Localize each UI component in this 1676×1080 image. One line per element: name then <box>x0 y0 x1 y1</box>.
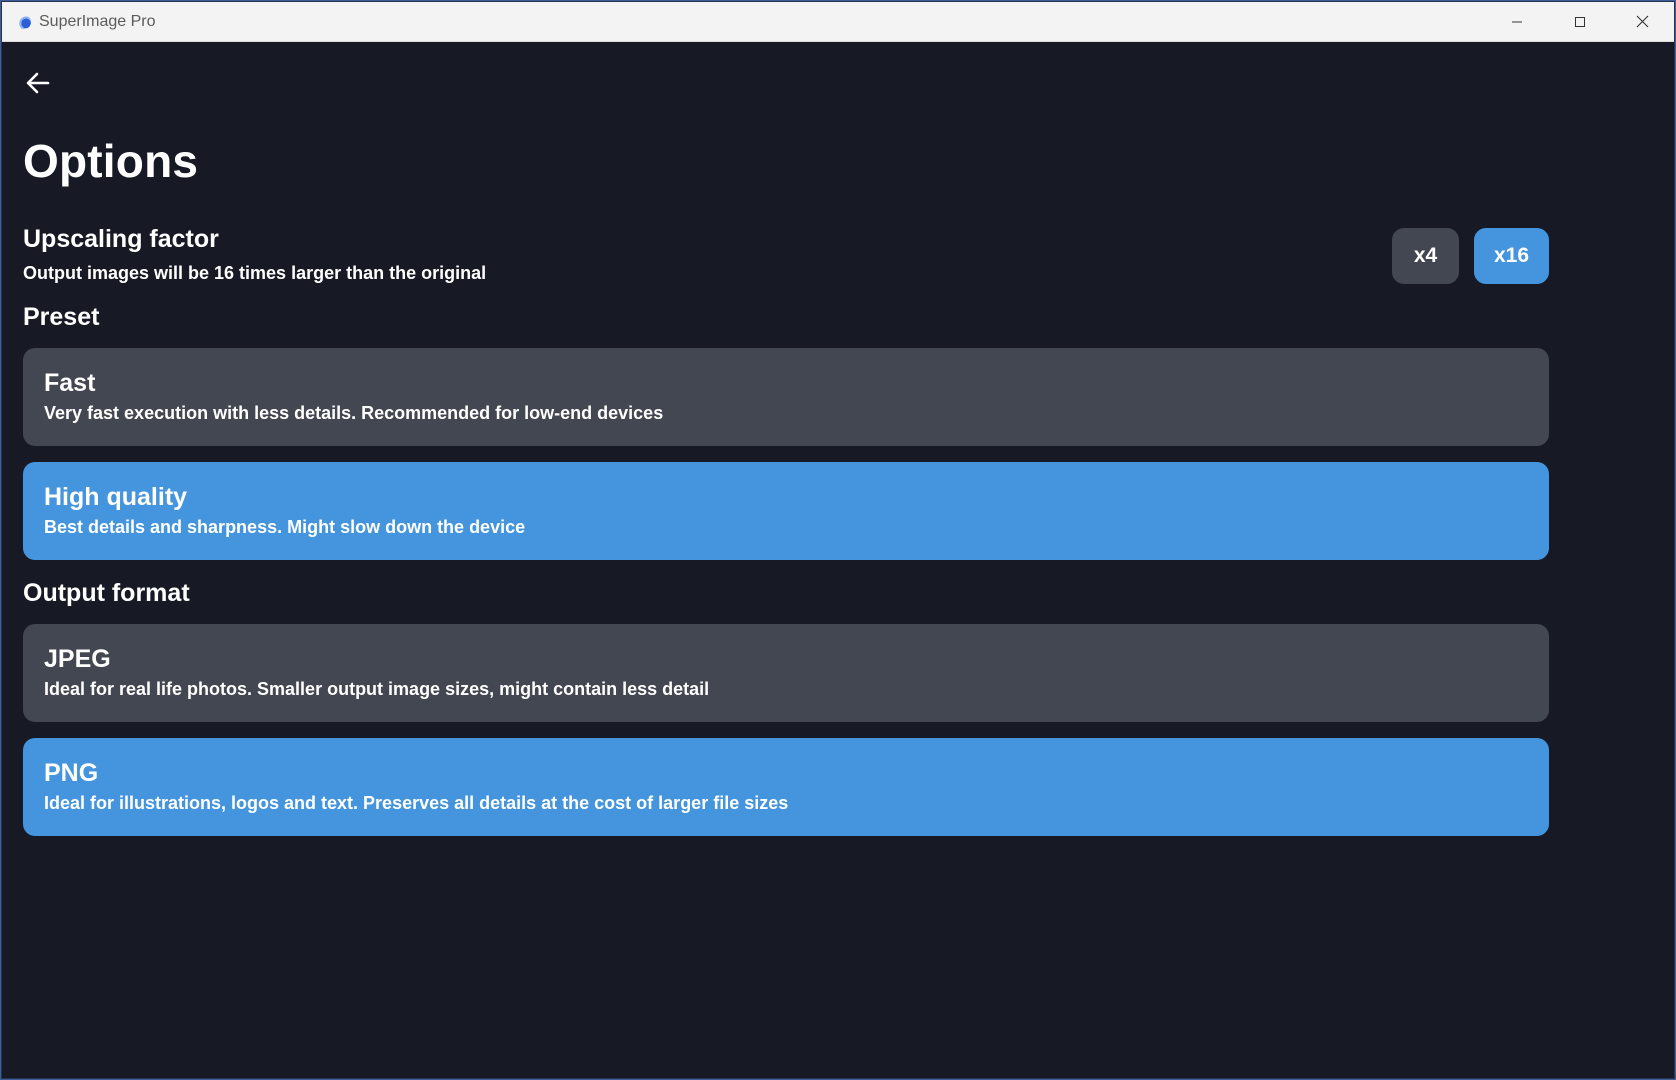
format-png-description: Ideal for illustrations, logos and text.… <box>44 793 789 813</box>
format-png-card[interactable]: PNG Ideal for illustrations, logos and t… <box>23 738 1549 836</box>
minimize-icon <box>1511 21 1522 22</box>
close-icon <box>1636 15 1649 28</box>
maximize-button[interactable] <box>1548 2 1611 41</box>
factor-x4-button[interactable]: x4 <box>1392 228 1459 284</box>
output-format-heading: Output format <box>23 579 190 607</box>
preset-fast-card[interactable]: Fast Very fast execution with less detai… <box>23 348 1549 446</box>
format-jpeg-title: JPEG <box>44 645 111 673</box>
arrow-left-icon <box>26 72 50 94</box>
preset-high-quality-description: Best details and sharpness. Might slow d… <box>44 517 526 537</box>
factor-x16-button[interactable]: x16 <box>1474 228 1549 284</box>
page-title: Options <box>23 135 199 187</box>
window-controls <box>1485 2 1674 41</box>
upscaling-factor-description: Output images will be 16 times larger th… <box>23 263 487 283</box>
format-png-title: PNG <box>44 759 99 787</box>
preset-fast-description: Very fast execution with less details. R… <box>44 403 664 423</box>
app-logo-icon <box>17 14 31 29</box>
minimize-button[interactable] <box>1485 2 1548 41</box>
window-title: SuperImage Pro <box>39 12 156 30</box>
preset-fast-title: Fast <box>44 369 96 397</box>
preset-high-quality-card[interactable]: High quality Best details and sharpness.… <box>23 462 1549 560</box>
preset-heading: Preset <box>23 303 100 331</box>
preset-high-quality-title: High quality <box>44 483 188 511</box>
upscaling-factor-heading: Upscaling factor <box>23 225 219 253</box>
back-button[interactable] <box>22 67 54 99</box>
format-jpeg-description: Ideal for real life photos. Smaller outp… <box>44 679 710 699</box>
close-button[interactable] <box>1611 2 1674 41</box>
factor-x4-label: x4 <box>1413 244 1438 267</box>
format-jpeg-card[interactable]: JPEG Ideal for real life photos. Smaller… <box>23 624 1549 722</box>
maximize-icon <box>1574 16 1585 27</box>
title-bar: SuperImage Pro <box>2 2 1674 42</box>
app-window: SuperImage Pro Options Upscaling factor … <box>2 2 1674 1078</box>
options-page: Options Upscaling factor Output images w… <box>2 42 1674 1078</box>
factor-x16-label: x16 <box>1493 244 1530 267</box>
